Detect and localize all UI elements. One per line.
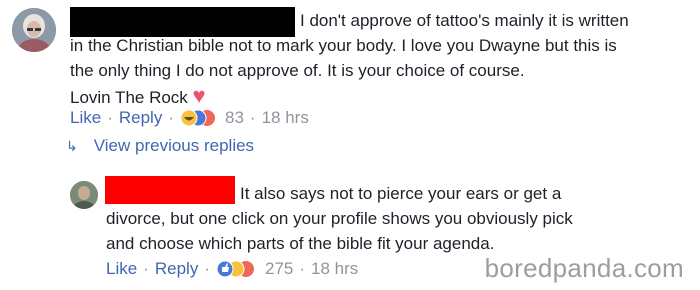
view-previous-replies-label: View previous replies — [93, 136, 255, 155]
comment-actions: Like · Reply · 83 · 18 hrs — [70, 108, 309, 128]
comment-text: I don't approve of tattoo's mainly it is… — [70, 8, 629, 110]
like-button[interactable]: Like — [70, 108, 101, 128]
reaction-icons — [180, 109, 215, 127]
comment-timestamp[interactable]: 18 hrs — [262, 108, 309, 128]
reply-timestamp[interactable]: 18 hrs — [311, 259, 358, 279]
separator-dot: · — [249, 108, 256, 127]
reaction-count: 83 — [225, 108, 244, 127]
reply-actions: Like · Reply · 275 · 18 hrs — [106, 259, 358, 279]
reactions-summary[interactable] — [180, 109, 220, 127]
signoff-text: Lovin The Rock — [70, 88, 188, 107]
view-previous-replies-link[interactable]: ↳ View previous replies — [66, 136, 254, 156]
user-photo-icon — [12, 8, 56, 52]
replier-avatar[interactable] — [70, 181, 98, 209]
reply-line: divorce, but one click on your profile s… — [106, 209, 573, 228]
comment-line: in the Christian bible not to mark your … — [70, 36, 617, 55]
reply-button[interactable]: Reply — [119, 108, 162, 128]
reply-line: It also says not to pierce your ears or … — [240, 184, 562, 203]
like-button[interactable]: Like — [106, 259, 137, 279]
user-photo-icon — [70, 181, 98, 209]
separator-dot: · — [299, 259, 306, 278]
reply-button[interactable]: Reply — [155, 259, 198, 279]
reply-arrow-icon: ↳ — [66, 137, 78, 154]
comment-line: I don't approve of tattoo's mainly it is… — [300, 11, 629, 30]
separator-dot: · — [168, 108, 174, 127]
separator-dot: · — [107, 108, 113, 127]
watermark: boredpanda.com — [484, 253, 684, 283]
reactions-summary[interactable] — [216, 260, 260, 278]
comment-line-signoff: Lovin The Rock ♥ — [70, 83, 629, 110]
separator-dot: · — [143, 259, 149, 278]
commenter-avatar[interactable] — [12, 8, 56, 52]
reaction-count: 275 — [265, 259, 294, 278]
reaction-icons — [216, 260, 254, 278]
comment-line: the only thing I do not approve of. It i… — [70, 61, 525, 80]
heart-icon: ♥ — [192, 83, 206, 108]
reply-text: It also says not to pierce your ears or … — [106, 181, 573, 256]
separator-dot: · — [204, 259, 210, 278]
